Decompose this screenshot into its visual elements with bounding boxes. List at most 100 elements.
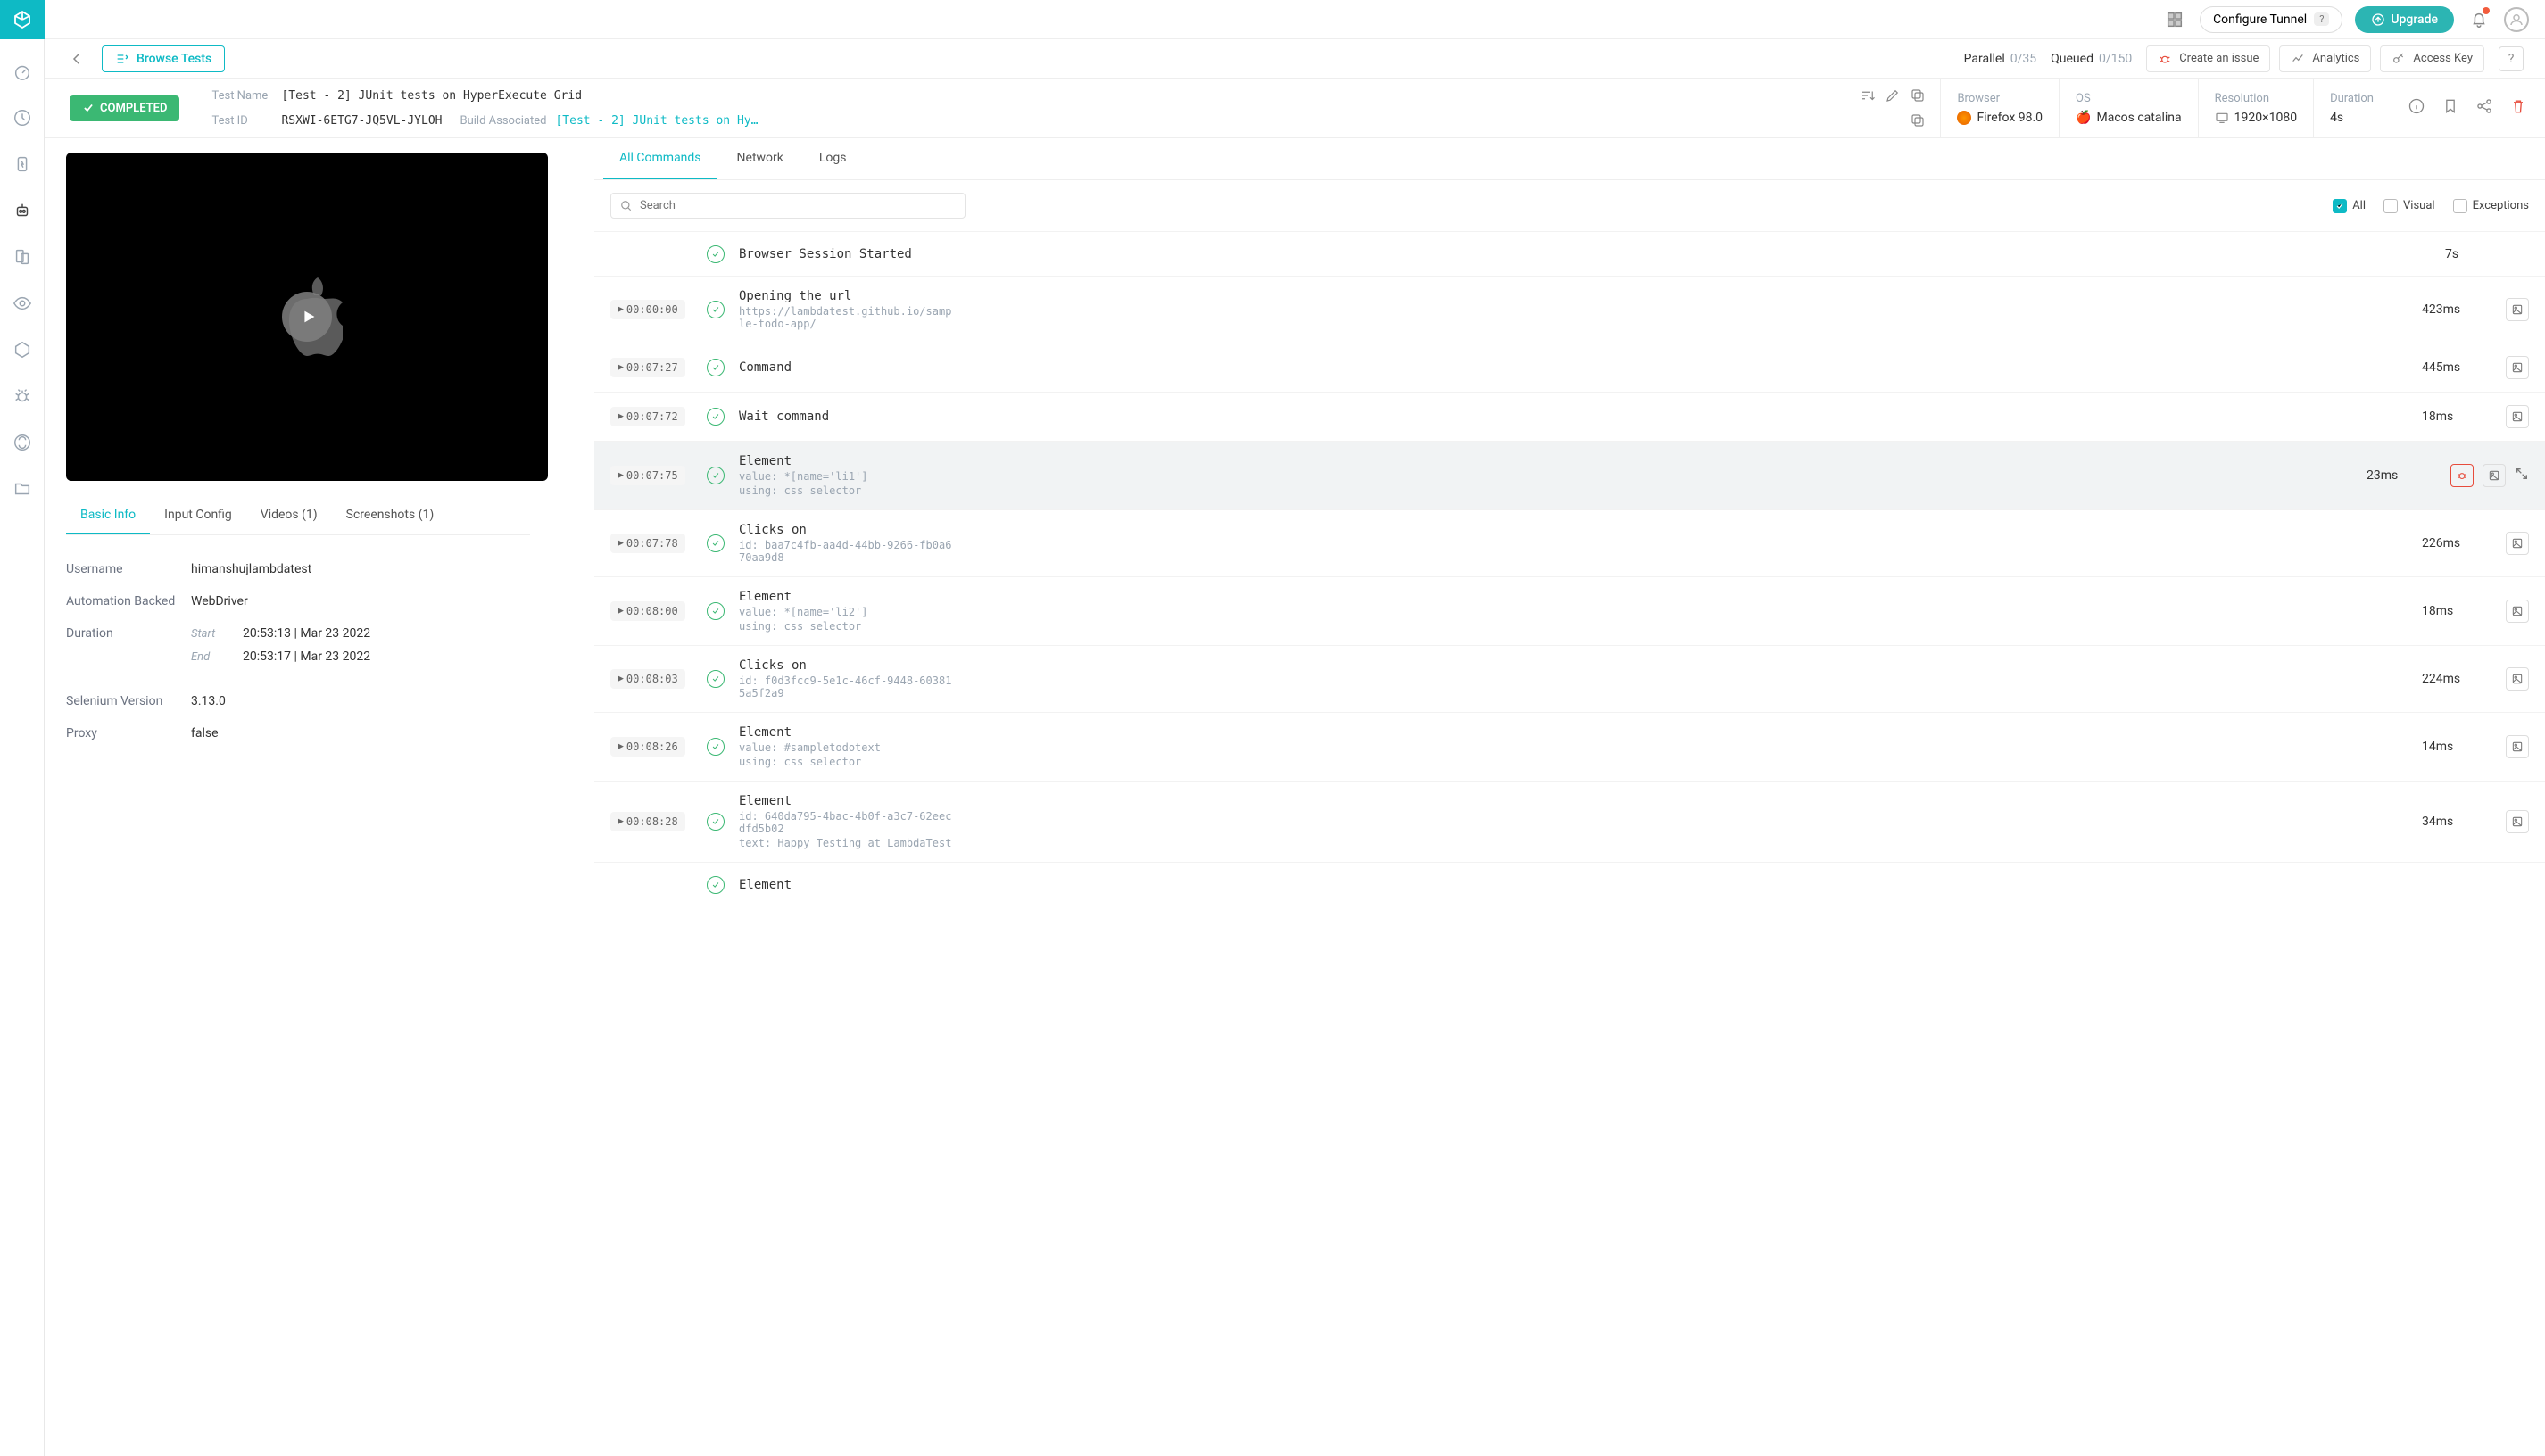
screenshot-icon[interactable] bbox=[2506, 810, 2529, 833]
tab-basic-info[interactable]: Basic Info bbox=[66, 497, 150, 534]
nav-dashboard-icon[interactable] bbox=[0, 48, 45, 95]
nav-projects-icon[interactable] bbox=[0, 466, 45, 512]
nav-bug-icon[interactable] bbox=[0, 373, 45, 419]
command-duration: 34ms bbox=[2422, 815, 2493, 829]
nav-integrations-icon[interactable] bbox=[0, 419, 45, 466]
screenshot-icon[interactable] bbox=[2506, 667, 2529, 691]
command-title: Clicks on bbox=[739, 658, 2409, 673]
filter-all[interactable]: All bbox=[2333, 199, 2366, 213]
avatar[interactable] bbox=[2504, 7, 2529, 32]
filter-exceptions[interactable]: Exceptions bbox=[2453, 199, 2529, 213]
tab-screenshots[interactable]: Screenshots (1) bbox=[332, 497, 449, 534]
access-key-button[interactable]: Access Key bbox=[2380, 46, 2484, 72]
nav-devices-icon[interactable] bbox=[0, 234, 45, 280]
analytics-button[interactable]: Analytics bbox=[2279, 46, 2371, 72]
command-row[interactable]: ▶ 00:08:03Clicks onid: f0d3fcc9-5e1c-46c… bbox=[594, 645, 2545, 712]
search-icon bbox=[620, 200, 633, 212]
bookmark-icon[interactable] bbox=[2441, 97, 2459, 119]
command-row[interactable]: ▶ 00:07:27Command445ms bbox=[594, 343, 2545, 392]
screenshot-icon[interactable] bbox=[2506, 735, 2529, 758]
tab-all-commands[interactable]: All Commands bbox=[603, 138, 717, 179]
command-row[interactable]: ▶ 00:07:78Clicks onid: baa7c4fb-aa4d-44b… bbox=[594, 509, 2545, 576]
timestamp-chip[interactable]: ▶ 00:08:03 bbox=[610, 669, 685, 689]
bug-icon[interactable] bbox=[2450, 464, 2474, 487]
command-duration: 224ms bbox=[2422, 672, 2493, 686]
command-row[interactable]: ▶ 00:08:00Elementvalue: *[name='li2']usi… bbox=[594, 576, 2545, 645]
command-row[interactable]: ▶ 00:00:00Opening the urlhttps://lambdat… bbox=[594, 276, 2545, 343]
command-title: Element bbox=[739, 878, 2433, 892]
screenshot-icon[interactable] bbox=[2483, 464, 2506, 487]
help-button[interactable]: ? bbox=[2499, 46, 2524, 71]
screenshot-icon[interactable] bbox=[2506, 356, 2529, 379]
command-duration: 423ms bbox=[2422, 302, 2493, 317]
video-player[interactable] bbox=[66, 153, 548, 481]
timestamp-chip[interactable]: ▶ 00:07:78 bbox=[610, 534, 685, 553]
timestamp-chip[interactable]: ▶ 00:08:26 bbox=[610, 737, 685, 757]
command-title: Element bbox=[739, 794, 2409, 808]
status-ok-icon bbox=[707, 876, 725, 894]
create-issue-button[interactable]: Create an issue bbox=[2146, 46, 2270, 72]
search-input-wrap[interactable] bbox=[610, 193, 966, 219]
notifications-icon[interactable] bbox=[2466, 7, 2491, 32]
screenshot-icon[interactable] bbox=[2506, 405, 2529, 428]
command-row[interactable]: ▶ 00:07:75Elementvalue: *[name='li1']usi… bbox=[594, 441, 2545, 509]
firefox-icon bbox=[1957, 111, 1971, 125]
command-row[interactable]: ▶ 00:08:26Elementvalue: #sampletodotextu… bbox=[594, 712, 2545, 781]
timestamp-chip[interactable]: ▶ 00:08:00 bbox=[610, 601, 685, 621]
sort-icon[interactable] bbox=[1860, 87, 1876, 103]
command-duration: 14ms bbox=[2422, 740, 2493, 754]
nav-visual-icon[interactable] bbox=[0, 280, 45, 327]
build-assoc-label: Build Associated bbox=[460, 114, 546, 128]
command-duration: 18ms bbox=[2422, 410, 2493, 424]
nav-realtime-icon[interactable] bbox=[0, 141, 45, 187]
play-button[interactable] bbox=[282, 292, 332, 342]
topbar: Configure Tunnel ? Upgrade bbox=[45, 0, 2545, 39]
screenshot-icon[interactable] bbox=[2506, 298, 2529, 321]
edit-icon[interactable] bbox=[1885, 87, 1901, 103]
tab-input-config[interactable]: Input Config bbox=[150, 497, 246, 534]
command-row[interactable]: Browser Session Started7s bbox=[594, 231, 2545, 276]
timestamp-chip[interactable]: ▶ 00:07:27 bbox=[610, 358, 685, 377]
configure-tunnel-button[interactable]: Configure Tunnel ? bbox=[2200, 6, 2342, 33]
status-badge: COMPLETED bbox=[70, 95, 179, 121]
timestamp-chip[interactable]: ▶ 00:07:72 bbox=[610, 407, 685, 426]
test-id-label: Test ID bbox=[211, 114, 272, 128]
delete-icon[interactable] bbox=[2509, 97, 2527, 119]
share-icon[interactable] bbox=[2475, 97, 2493, 119]
timestamp-chip[interactable]: ▶ 00:08:28 bbox=[610, 812, 685, 831]
expand-icon[interactable] bbox=[2515, 467, 2529, 484]
test-id-value: RSXWI-6ETG7-JQ5VL-JYLOH bbox=[281, 114, 442, 128]
subbar: Browse Tests Parallel0/35 Queued0/150 Cr… bbox=[45, 39, 2545, 79]
timestamp-chip[interactable]: ▶ 00:00:00 bbox=[610, 300, 685, 319]
logo[interactable] bbox=[0, 0, 45, 39]
command-subtitle: text: Happy Testing at LambdaTest bbox=[739, 837, 953, 849]
build-assoc-link[interactable]: [Test - 2] JUnit tests on Hy… bbox=[555, 114, 758, 128]
command-row[interactable]: Element bbox=[594, 862, 2545, 906]
command-list[interactable]: Browser Session Started7s▶ 00:00:00Openi… bbox=[594, 231, 2545, 1456]
screenshot-icon[interactable] bbox=[2506, 532, 2529, 555]
browse-tests-button[interactable]: Browse Tests bbox=[102, 46, 225, 72]
nav-automation-icon[interactable] bbox=[0, 187, 45, 234]
command-row[interactable]: ▶ 00:08:28Elementid: 640da795-4bac-4b0f-… bbox=[594, 781, 2545, 862]
upgrade-button[interactable]: Upgrade bbox=[2355, 6, 2454, 33]
tab-videos[interactable]: Videos (1) bbox=[246, 497, 332, 534]
search-input[interactable] bbox=[640, 199, 956, 212]
command-subtitle: value: *[name='li2'] bbox=[739, 606, 953, 618]
copy-build-icon[interactable] bbox=[1910, 112, 1926, 128]
back-button[interactable] bbox=[66, 48, 87, 70]
command-tabs: All Commands Network Logs bbox=[594, 138, 2545, 180]
command-row[interactable]: ▶ 00:07:72Wait command18ms bbox=[594, 392, 2545, 441]
nav-builds-icon[interactable] bbox=[0, 327, 45, 373]
info-icon[interactable] bbox=[2408, 97, 2425, 119]
nav-history-icon[interactable] bbox=[0, 95, 45, 141]
filter-visual[interactable]: Visual bbox=[2383, 199, 2435, 213]
copy-icon[interactable] bbox=[1910, 87, 1926, 103]
info-tabs: Basic Info Input Config Videos (1) Scree… bbox=[66, 497, 530, 535]
timestamp-chip[interactable]: ▶ 00:07:75 bbox=[610, 466, 685, 485]
grid-view-icon[interactable] bbox=[2162, 7, 2187, 32]
tab-logs[interactable]: Logs bbox=[803, 138, 863, 179]
status-ok-icon bbox=[707, 245, 725, 263]
tab-network[interactable]: Network bbox=[721, 138, 800, 179]
screenshot-icon[interactable] bbox=[2506, 600, 2529, 623]
command-subtitle: using: css selector bbox=[739, 756, 953, 768]
